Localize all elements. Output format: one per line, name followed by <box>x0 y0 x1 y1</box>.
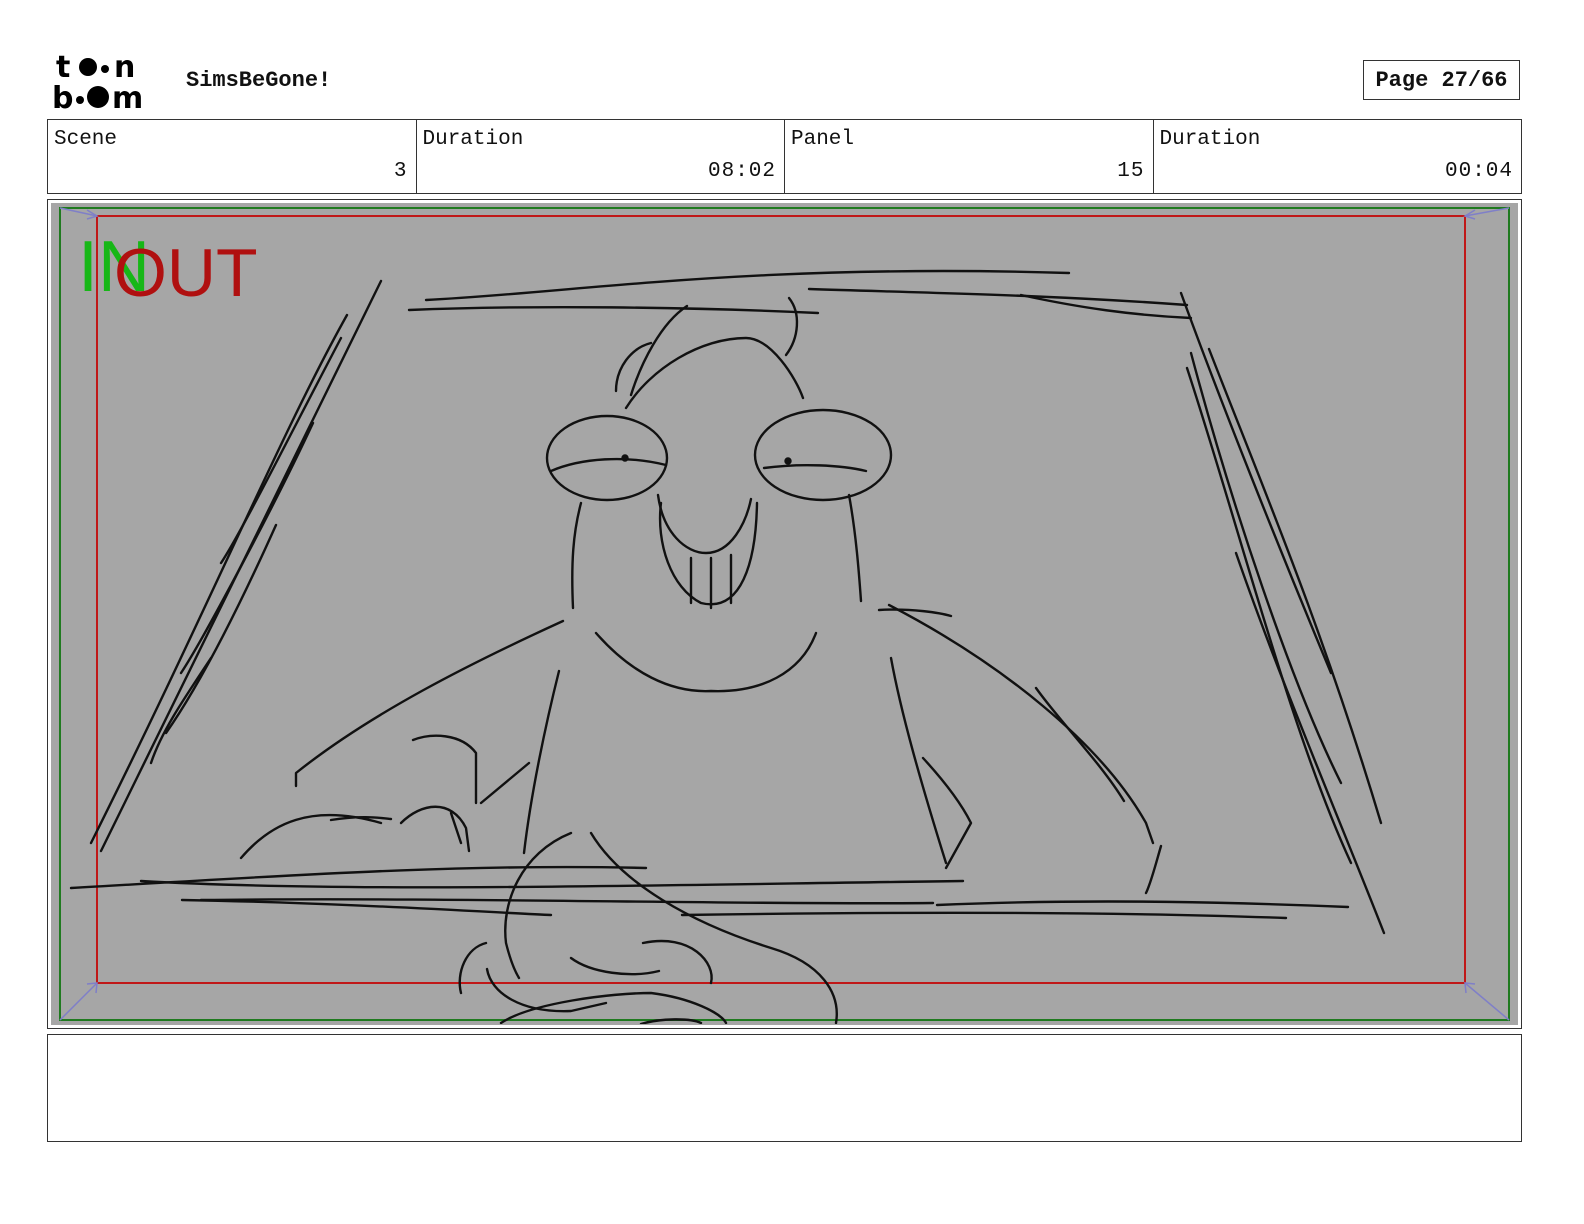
scene-duration-value: 08:02 <box>707 160 776 183</box>
svg-text:t: t <box>56 50 70 85</box>
page-indicator: Page 27/66 <box>1363 60 1520 100</box>
corner-arrows <box>59 207 1510 1021</box>
panel-duration-label: Duration <box>1159 128 1261 151</box>
svg-text:m: m <box>112 81 143 112</box>
out-marker: OUT <box>114 235 258 311</box>
character-sketch <box>69 269 1386 1024</box>
panel-value: 15 <box>1117 160 1145 183</box>
out-frame <box>96 215 1466 984</box>
panel-sketch <box>59 207 1510 1024</box>
project-title: SimsBeGone! <box>186 68 332 93</box>
scene-duration-cell: Duration 08:02 <box>417 120 785 193</box>
panel-cell: Panel 15 <box>785 120 1154 193</box>
scene-cell: Scene 3 <box>48 120 417 193</box>
scene-label: Scene <box>54 128 118 151</box>
panel-duration-cell: Duration 00:04 <box>1154 120 1522 193</box>
svg-text:b: b <box>52 81 73 112</box>
scene-duration-label: Duration <box>422 128 524 151</box>
in-frame <box>59 207 1510 1021</box>
panel-notes-box[interactable] <box>47 1034 1522 1142</box>
scene-value: 3 <box>393 160 408 183</box>
scene-info-table: Scene 3 Duration 08:02 Panel 15 Duration… <box>47 119 1522 194</box>
panel-drawing-area: IN OUT <box>51 203 1518 1025</box>
storyboard-panel: IN OUT <box>47 199 1522 1029</box>
panel-label: Panel <box>791 128 855 151</box>
panel-duration-value: 00:04 <box>1444 160 1513 183</box>
svg-text:n: n <box>114 50 135 85</box>
toonboom-logo: t n b m <box>52 50 143 112</box>
